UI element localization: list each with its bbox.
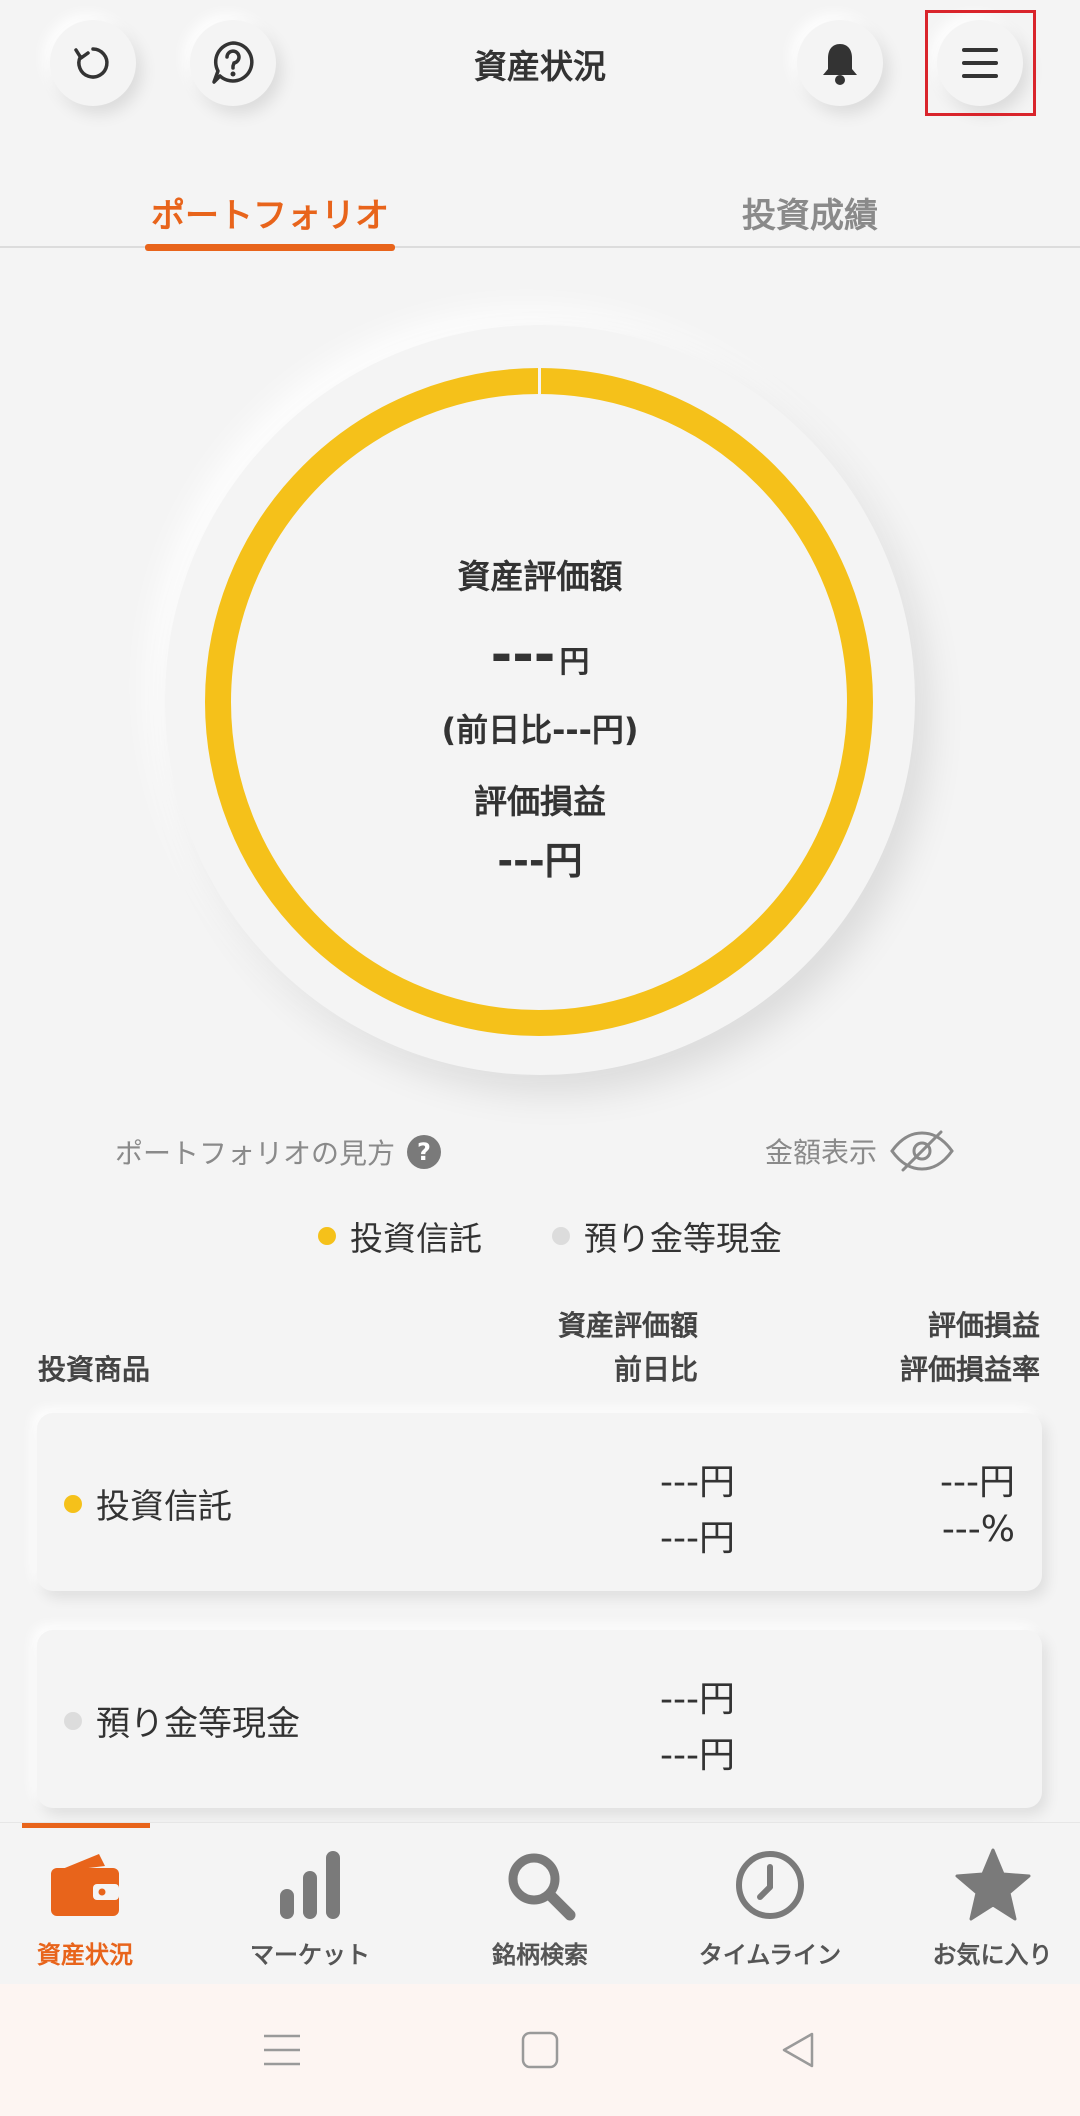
holding-row-fund[interactable]: 投資信託 ---円 ---円 ---円 ---% [37,1413,1042,1591]
nav-item-favorites[interactable]: お気に入り [905,1845,1080,1970]
asset-valuation-unit: 円 [559,645,590,680]
active-tab-indicator [145,244,395,251]
holding-name-label: 投資信託 [96,1487,232,1527]
cash-color-dot [64,1711,82,1730]
cash-day-change: ---円 [660,1735,735,1776]
question-icon: ? [407,1135,442,1169]
legend-fund-label: 投資信託 [350,1219,482,1258]
cash-color-dot [552,1227,570,1245]
nav-item-timeline[interactable]: タイムライン [680,1845,860,1970]
legend-cash-label: 預り金等現金 [584,1219,782,1258]
tab-portfolio[interactable]: ポートフォリオ [145,188,395,237]
fund-valuation: ---円 [660,1462,735,1503]
holding-name-cash: 預り金等現金 [64,1696,300,1745]
asset-valuation-amount: --- 円 [0,625,1080,685]
column-header-product: 投資商品 [38,1353,151,1386]
how-to-view-portfolio-link[interactable]: ポートフォリオの見方 ? [115,1132,442,1172]
fund-day-change: ---円 [660,1518,735,1559]
column-header-pnl: 評価損益 [927,1309,1040,1342]
column-header-day-change: 前日比 [613,1353,698,1386]
cash-valuation: ---円 [660,1679,735,1720]
star-icon [955,1848,1030,1921]
column-header-valuation: 資産評価額 [557,1309,698,1342]
nav-label-assets: 資産状況 [37,1941,133,1969]
active-nav-indicator [22,1823,150,1828]
search-icon [508,1853,576,1921]
bar-chart-icon [280,1851,340,1919]
nav-item-search[interactable]: 銘柄検索 [455,1845,625,1970]
holding-row-cash[interactable]: 預り金等現金 ---円 ---円 [37,1630,1042,1808]
show-amount-toggle[interactable]: 金額表示 [765,1128,955,1174]
nav-label-favorites: お気に入り [932,1941,1053,1969]
page-title: 資産状況 [474,47,606,86]
nav-label-timeline: タイムライン [698,1941,842,1969]
tab-investment-results[interactable]: 投資成績 [690,188,930,237]
wallet-icon [51,1854,119,1916]
asset-valuation-label: 資産評価額 [457,557,623,596]
how-to-view-label: ポートフォリオの見方 [115,1137,396,1170]
fund-color-dot [64,1494,82,1513]
portfolio-donut-chart [205,368,873,1036]
menu-highlight-box [925,10,1036,116]
nav-item-market[interactable]: マーケット [225,1845,395,1970]
clock-icon [736,1851,804,1919]
donut-segment-gap [538,368,541,394]
legend-item-cash: 預り金等現金 [552,1212,782,1260]
recent-apps-icon[interactable] [262,2030,302,2070]
holding-name-fund: 投資信託 [64,1479,232,1528]
fund-pnl-rate: ---% [941,1509,1015,1550]
home-icon[interactable] [520,2030,560,2070]
column-header-pnl-rate: 評価損益率 [899,1353,1040,1386]
fund-color-dot [318,1227,336,1245]
back-icon[interactable] [778,2030,818,2070]
system-navigation-bar [0,1984,1080,2116]
eye-off-icon [890,1130,954,1172]
show-amount-label: 金額表示 [765,1136,878,1169]
nav-item-assets[interactable]: 資産状況 [0,1845,170,1970]
nav-label-market: マーケット [250,1941,370,1969]
pnl-value: ---円 [497,839,583,883]
pnl-label: 評価損益 [474,782,606,821]
nav-label-search: 銘柄検索 [492,1941,588,1969]
bell-icon [823,44,857,85]
legend-item-fund: 投資信託 [318,1212,482,1260]
holding-name-label: 預り金等現金 [96,1704,300,1744]
day-change-text: (前日比---円) [441,711,639,749]
fund-pnl: ---円 [940,1462,1015,1503]
notifications-button[interactable] [797,20,883,106]
asset-valuation-value: --- [490,625,556,685]
